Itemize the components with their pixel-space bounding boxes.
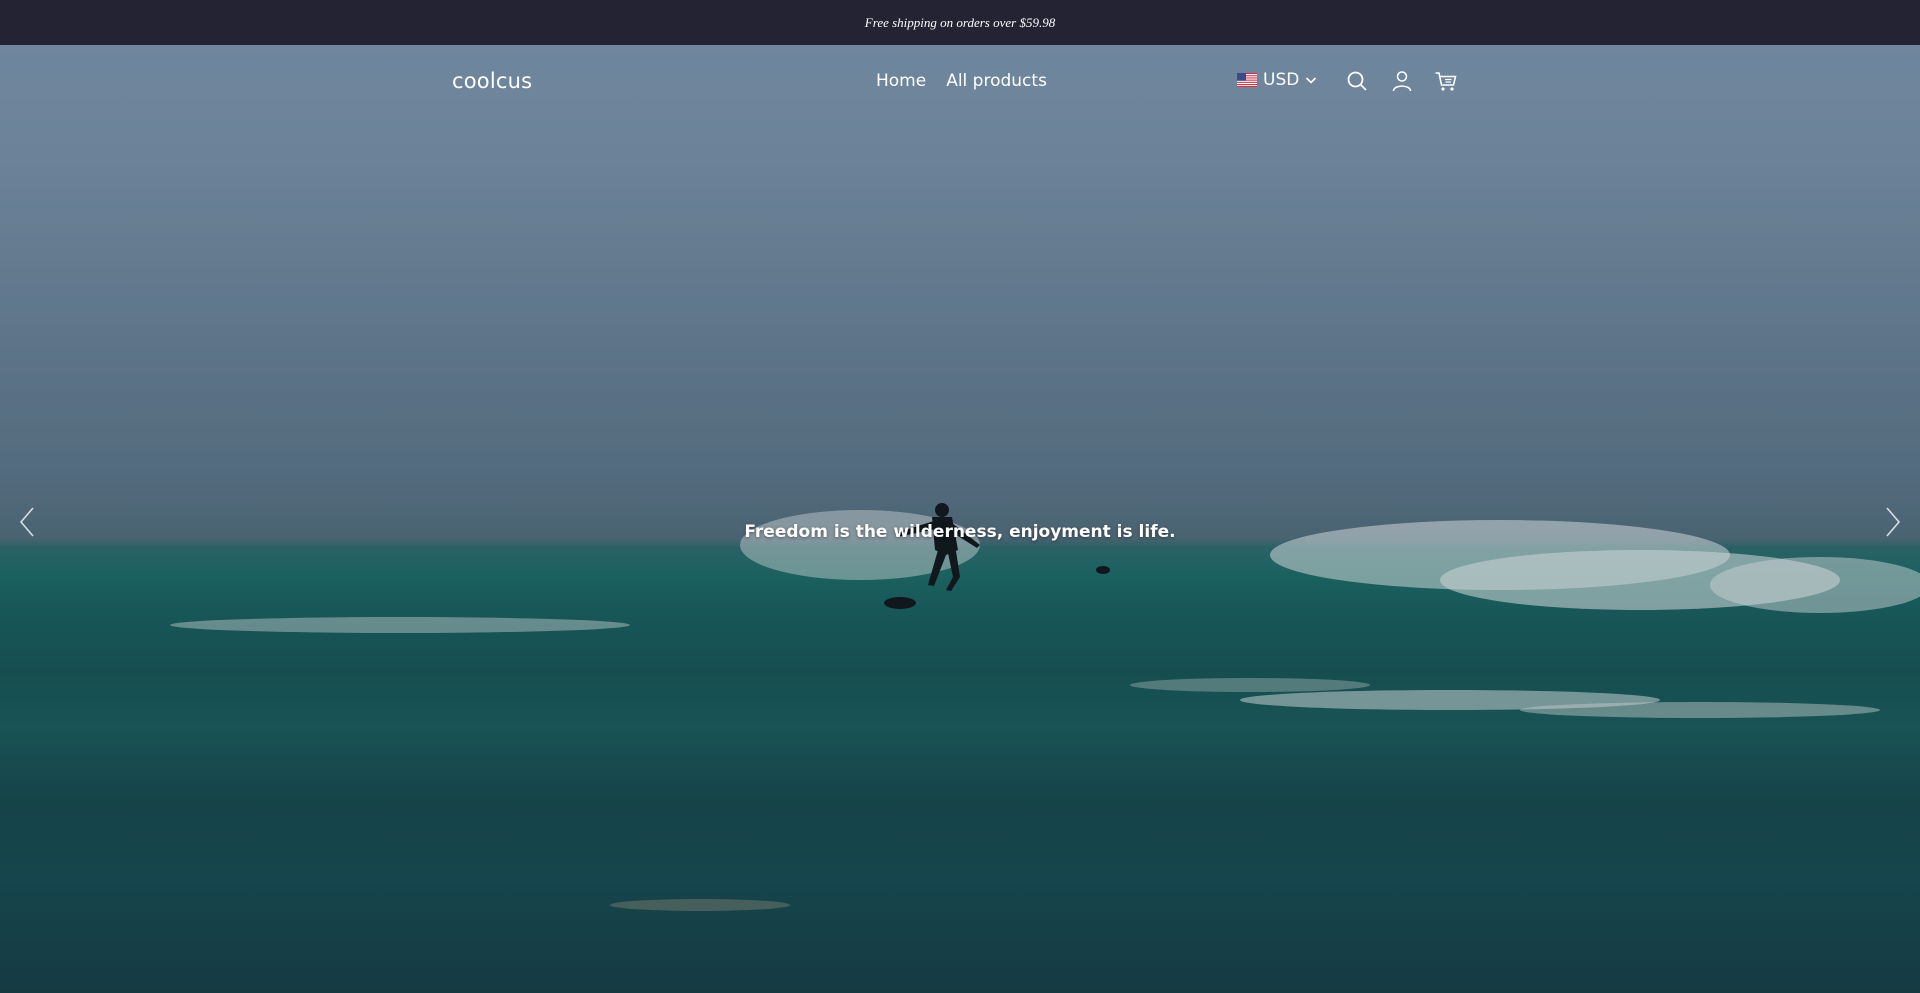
account-icon[interactable] <box>1390 69 1414 93</box>
cart-icon[interactable] <box>1434 69 1458 93</box>
chevron-down-icon <box>1306 77 1317 84</box>
currency-code: USD <box>1263 70 1300 90</box>
us-flag-icon <box>1237 73 1257 87</box>
hero-overlay <box>0 45 1920 993</box>
store-logo[interactable]: coolcus <box>452 69 532 93</box>
hero-tagline: Freedom is the wilderness, enjoyment is … <box>744 522 1176 542</box>
announcement-text: Free shipping on orders over $59.98 <box>864 14 1056 30</box>
announcement-bar: Free shipping on orders over $59.98 <box>0 0 1920 45</box>
currency-selector[interactable]: USD <box>1237 70 1317 90</box>
search-icon[interactable] <box>1345 69 1369 93</box>
site-header: coolcus Home All products USD <box>0 45 1920 117</box>
hero-banner <box>0 45 1920 993</box>
nav-item-all-products[interactable]: All products <box>946 71 1047 91</box>
main-nav: Home All products <box>876 71 1047 91</box>
nav-item-home[interactable]: Home <box>876 71 926 91</box>
